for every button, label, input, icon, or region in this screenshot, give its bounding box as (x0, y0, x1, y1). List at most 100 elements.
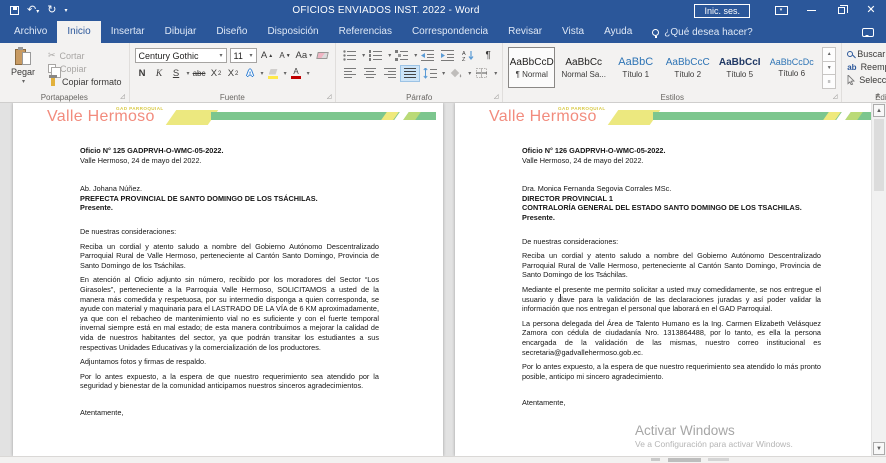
bullets-dropdown-icon[interactable]: ▾ (362, 52, 365, 59)
minimize-button[interactable] (796, 0, 826, 21)
replace-label: Reemplazar (861, 62, 886, 72)
find-button[interactable]: Buscar ▾ (847, 49, 886, 59)
select-button[interactable]: Seleccionar ▾ (847, 75, 886, 85)
styles-scroll-up[interactable]: ▲ (822, 47, 836, 62)
sort-button[interactable]: AZ (459, 48, 477, 63)
borders-button[interactable] (473, 66, 491, 81)
style-titulo-6[interactable]: AaBbCcDc Título 6 (768, 47, 815, 88)
select-label: Seleccionar (859, 75, 886, 85)
close-button[interactable]: ✕ (856, 0, 886, 21)
style-normal[interactable]: AaBbCcD ¶ Normal (508, 47, 555, 88)
shading-dropdown-icon[interactable]: ▾ (468, 70, 471, 77)
scroll-down-button[interactable]: ▼ (873, 442, 885, 455)
tab-inicio[interactable]: Inicio (57, 21, 100, 43)
paragraph-dialog-launcher[interactable]: ◿ (492, 93, 500, 101)
tab-vista[interactable]: Vista (552, 21, 594, 43)
save-icon[interactable] (10, 6, 19, 15)
paste-button[interactable]: Pegar ▾ (5, 46, 41, 89)
underline-button[interactable]: S (169, 66, 184, 81)
multilevel-list-button[interactable] (393, 48, 411, 63)
bold-button[interactable]: N (135, 66, 150, 81)
multilevel-dropdown-icon[interactable]: ▾ (414, 52, 417, 59)
highlight-button[interactable] (266, 66, 281, 81)
cut-button[interactable]: ✂ Cortar (46, 49, 124, 62)
tab-referencias[interactable]: Referencias (329, 21, 402, 43)
grow-font-button[interactable]: A▲ (260, 48, 275, 63)
font-color-dropdown-icon[interactable]: ▾ (307, 70, 310, 77)
page-oficio-125[interactable]: Valle Hermoso GAD PARROQUIAL Oficio N° 1… (13, 103, 443, 456)
line-spacing-button[interactable] (421, 66, 439, 81)
styles-gallery-expand[interactable]: ≡ (822, 74, 836, 89)
tab-insertar[interactable]: Insertar (101, 21, 155, 43)
tab-correspondencia[interactable]: Correspondencia (402, 21, 498, 43)
font-family-dropdown-icon: ▾ (220, 52, 223, 59)
strikethrough-button[interactable]: abc (192, 66, 207, 81)
qat-customize-icon[interactable]: ▾ (64, 7, 67, 14)
align-left-icon (344, 68, 357, 79)
view-print-layout-button[interactable] (668, 458, 701, 462)
restore-button[interactable] (826, 0, 856, 21)
font-color-button[interactable]: A (289, 66, 304, 81)
view-web-layout-button[interactable] (708, 458, 729, 461)
font-dialog-launcher[interactable]: ◿ (325, 93, 333, 101)
tab-dibujar[interactable]: Dibujar (155, 21, 207, 43)
styles-scroll-down[interactable]: ▼ (822, 61, 836, 76)
highlight-dropdown-icon[interactable]: ▾ (284, 70, 287, 77)
copy-button[interactable]: Copiar (46, 62, 124, 75)
vertical-scrollbar[interactable]: ▲ ▼ (871, 103, 886, 456)
tab-archivo[interactable]: Archivo (4, 21, 57, 43)
align-right-button[interactable] (381, 66, 399, 81)
shrink-font-button[interactable]: A▼ (278, 48, 293, 63)
clear-formatting-button[interactable] (315, 48, 330, 63)
show-marks-button[interactable]: ¶ (479, 48, 497, 63)
align-center-button[interactable] (361, 66, 379, 81)
text-effects-button[interactable]: A (243, 66, 258, 81)
replace-button[interactable]: ab Reemplazar (847, 62, 886, 72)
bullets-button[interactable] (341, 48, 359, 63)
style-preview: AaBbCcC (666, 57, 710, 68)
style-titulo-2[interactable]: AaBbCcC Título 2 (664, 47, 711, 88)
italic-button[interactable]: K (152, 66, 167, 81)
comment-feedback-icon[interactable] (862, 28, 874, 37)
superscript-button[interactable]: X2 (226, 66, 241, 81)
change-case-button[interactable]: Aa▾ (296, 48, 313, 63)
font-family-combo[interactable]: Century Gothic▾ (135, 48, 227, 63)
style-normal-sa[interactable]: AaBbCc Normal Sa... (560, 47, 607, 88)
sign-in-button[interactable]: Inic. ses. (694, 4, 750, 18)
collapse-ribbon-icon[interactable]: ∧ (875, 91, 881, 100)
document-canvas[interactable]: Valle Hermoso GAD PARROQUIAL Oficio N° 1… (0, 103, 886, 456)
search-icon (847, 51, 853, 57)
tab-disposicion[interactable]: Disposición (257, 21, 328, 43)
style-titulo-1[interactable]: AaBbC Título 1 (612, 47, 659, 88)
view-read-mode-button[interactable] (651, 458, 660, 461)
line-spacing-dropdown-icon[interactable]: ▾ (442, 70, 445, 77)
clipboard-dialog-launcher[interactable]: ◿ (119, 93, 127, 101)
align-left-button[interactable] (341, 66, 359, 81)
ribbon-display-options-button[interactable]: ▾ (766, 0, 796, 21)
redo-icon[interactable]: ↻ (47, 5, 56, 16)
increase-indent-button[interactable] (439, 48, 457, 63)
text-effects-dropdown-icon[interactable]: ▾ (261, 70, 264, 77)
tab-revisar[interactable]: Revisar (498, 21, 552, 43)
letterhead-banner (165, 110, 436, 126)
tab-diseno[interactable]: Diseño (206, 21, 257, 43)
page-oficio-126[interactable]: Valle Hermoso GAD PARROQUIAL Oficio N° 1… (455, 103, 885, 456)
tell-me-box[interactable]: ¿Qué desea hacer? (642, 21, 762, 43)
styles-dialog-launcher[interactable]: ◿ (831, 93, 839, 101)
recipient-title: DIRECTOR PROVINCIAL 1 (522, 194, 821, 204)
justify-button[interactable] (401, 66, 419, 81)
tab-ayuda[interactable]: Ayuda (594, 21, 642, 43)
undo-icon[interactable]: ↶▾ (27, 5, 39, 16)
underline-dropdown-icon[interactable]: ▾ (187, 70, 190, 77)
numbering-dropdown-icon[interactable]: ▾ (388, 52, 391, 59)
font-size-combo[interactable]: 11▾ (230, 48, 257, 63)
decrease-indent-button[interactable] (419, 48, 437, 63)
presente-line: Presente. (80, 203, 379, 213)
scrollbar-thumb[interactable] (874, 119, 884, 191)
style-titulo-5[interactable]: AaBbCcI Título 5 (716, 47, 763, 88)
borders-dropdown-icon[interactable]: ▾ (494, 70, 497, 77)
scroll-up-button[interactable]: ▲ (873, 104, 885, 117)
numbering-button[interactable] (367, 48, 385, 63)
shading-button[interactable] (447, 66, 465, 81)
subscript-button[interactable]: X2 (209, 66, 224, 81)
